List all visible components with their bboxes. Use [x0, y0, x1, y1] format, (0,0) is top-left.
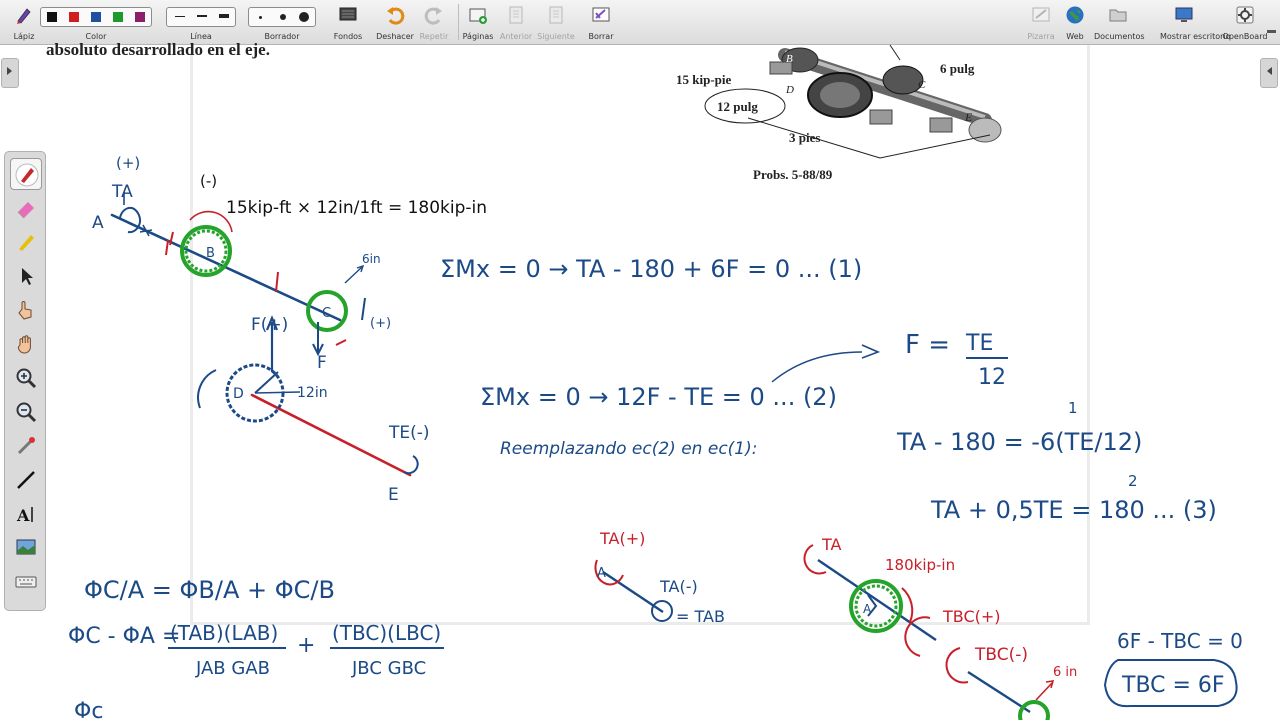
substitution-equation: TA - 180 = -6(TE/12) — [896, 428, 1142, 456]
sketch-C: C — [322, 306, 331, 321]
fbd1-TA-plus: TA(+) — [599, 529, 645, 548]
free-body-diagram-2: TA 180kip-in A TBC(+) — [803, 535, 1001, 657]
sketch-12in: 12in — [297, 385, 328, 401]
shaft-figure: 15 kip-pie 12 pulg 6 pulg 3 pies Probs. … — [676, 44, 1010, 182]
figure-C-label: C — [918, 79, 926, 91]
figure-caption: Probs. 5-88/89 — [753, 167, 833, 182]
fbd2-A: A — [863, 602, 872, 616]
twist-fraction-2-numerator: (TBC)(LBC) — [332, 621, 441, 645]
twist-equation-1: ΦC/A = ΦB/A + ΦC/B — [84, 576, 335, 604]
equations: ΣMx = 0 → TA - 180 + 6F = 0 ... (1) F = … — [440, 255, 1217, 524]
figure-B-label: B — [786, 53, 793, 65]
figure-12in-label: 12 pulg — [717, 99, 758, 114]
sketch-plus-C: (+) — [370, 316, 391, 331]
equation-3: TA + 0,5TE = 180 ... (3) — [930, 496, 1217, 524]
tbc-result: 6F - TBC = 0 TBC = 6F — [1103, 629, 1243, 708]
equation-F-denominator: 12 — [978, 365, 1006, 390]
sketch-conversion: 15kip-ft × 12in/1ft = 180kip-in — [226, 198, 487, 218]
tbc-equation: 6F - TBC = 0 — [1117, 629, 1243, 653]
sketch-TE-minus: TE(-) — [388, 423, 430, 443]
equation-F-lhs: F = — [905, 330, 950, 360]
tbc-result-boxed: TBC = 6F — [1121, 673, 1225, 698]
fbd1-TAB: = TAB — [676, 607, 725, 626]
cancel-two: 2 — [1128, 472, 1138, 490]
drawing-board: 15 kip-pie 12 pulg 6 pulg 3 pies Probs. … — [68, 44, 1243, 720]
sketch-A: A — [92, 213, 104, 233]
fbd2-TA: TA — [821, 535, 842, 554]
sketch-TA: TA — [111, 182, 133, 202]
twist-fraction-1-denominator: JAB GAB — [195, 658, 270, 679]
figure-D-label: D — [785, 84, 794, 96]
free-body-diagram-1: TA(+) A TA(-) = TAB — [594, 529, 725, 626]
fbd3-6in: 6 in — [1053, 665, 1077, 680]
fbd2-TBC-plus: TBC(+) — [942, 607, 1001, 626]
figure-torque-label: 15 kip-pie — [676, 72, 731, 87]
shaft-DE-line — [250, 393, 412, 477]
sketch-B: B — [206, 246, 215, 261]
free-body-diagram-3: TBC(-) 6 in — [945, 645, 1077, 720]
twist-equation-2-lhs: ΦC - ΦA = — [68, 624, 180, 649]
fbd3-TBC-minus: TBC(-) — [974, 645, 1028, 665]
equation-2: ΣMx = 0 → 12F - TE = 0 ... (2) — [480, 383, 837, 411]
twist-plus-sign: + — [297, 633, 315, 658]
fbd2-torque: 180kip-in — [885, 556, 955, 574]
sketch-minus-B: (-) — [200, 172, 217, 190]
figure-6in-label: 6 pulg — [940, 61, 975, 76]
fbd1-A: A — [597, 566, 606, 581]
sketch-F-lower: F — [317, 353, 327, 373]
twist-bottom-partial: Φc — [74, 699, 103, 720]
cancel-one: 1 — [1068, 399, 1078, 417]
replacing-note: Reemplazando ec(2) en ec(1): — [500, 439, 757, 459]
sketch-E: E — [388, 485, 399, 505]
twist-fraction-1-numerator: (TAB)(LAB) — [170, 621, 278, 645]
figure-E-label: E — [964, 110, 973, 124]
figure-3ft-label: 3 pies — [789, 130, 820, 145]
sketch-F-plus: F(+) — [251, 315, 288, 335]
twist-equations: ΦC/A = ΦB/A + ΦC/B ΦC - ΦA = (TAB)(LAB) … — [68, 576, 444, 720]
sketch-6in: 6in — [362, 252, 381, 266]
sketch-D: D — [233, 386, 244, 402]
shaft-sketch: (+) TA A (-) 15kip-ft × 12in/1ft = 180ki… — [92, 154, 487, 505]
twist-fraction-2-denominator: JBC GBC — [351, 658, 426, 679]
equation-1: ΣMx = 0 → TA - 180 + 6F = 0 ... (1) — [440, 255, 862, 283]
fbd1-TA-minus: TA(-) — [659, 577, 698, 596]
sketch-plus-top: (+) — [116, 154, 140, 172]
equation-F-numerator: TE — [965, 331, 993, 356]
